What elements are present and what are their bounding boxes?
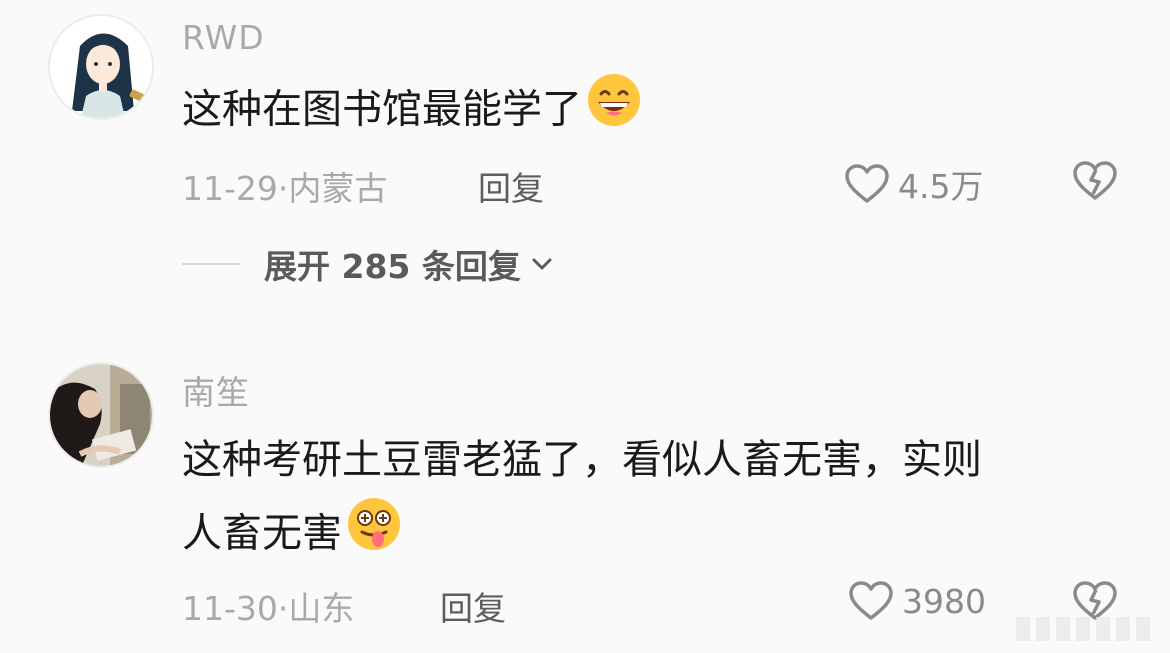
watermark — [1016, 617, 1156, 641]
heart-icon — [849, 581, 893, 620]
meta-separator: · — [277, 589, 289, 628]
avatar[interactable] — [48, 362, 154, 468]
like-count: 3980 — [902, 581, 986, 621]
comment-item: 南笙 这种考研土豆雷老猛了，看似人畜无害，实则 人畜无害 11-30·山东 回复… — [0, 0, 1170, 653]
comment-text: 这种考研土豆雷老猛了，看似人畜无害，实则 — [182, 424, 982, 496]
photo-avatar-icon — [50, 364, 152, 466]
like-button[interactable]: 3980 — [848, 580, 986, 622]
woozy-tongue-face-emoji-icon — [346, 496, 402, 575]
username[interactable]: 南笙 — [182, 366, 250, 414]
comment-location: 山东 — [288, 589, 355, 628]
comment-meta: 11-30·山东 — [182, 582, 354, 630]
comment-date: 11-30 — [182, 589, 278, 628]
comment-text: 人畜无害 — [182, 496, 402, 575]
comment-text-line: 这种考研土豆雷老猛了，看似人畜无害，实则 — [182, 437, 982, 483]
broken-heart-icon — [1073, 581, 1117, 620]
comment-text-line: 人畜无害 — [182, 510, 342, 557]
reply-button[interactable]: 回复 — [440, 582, 506, 630]
